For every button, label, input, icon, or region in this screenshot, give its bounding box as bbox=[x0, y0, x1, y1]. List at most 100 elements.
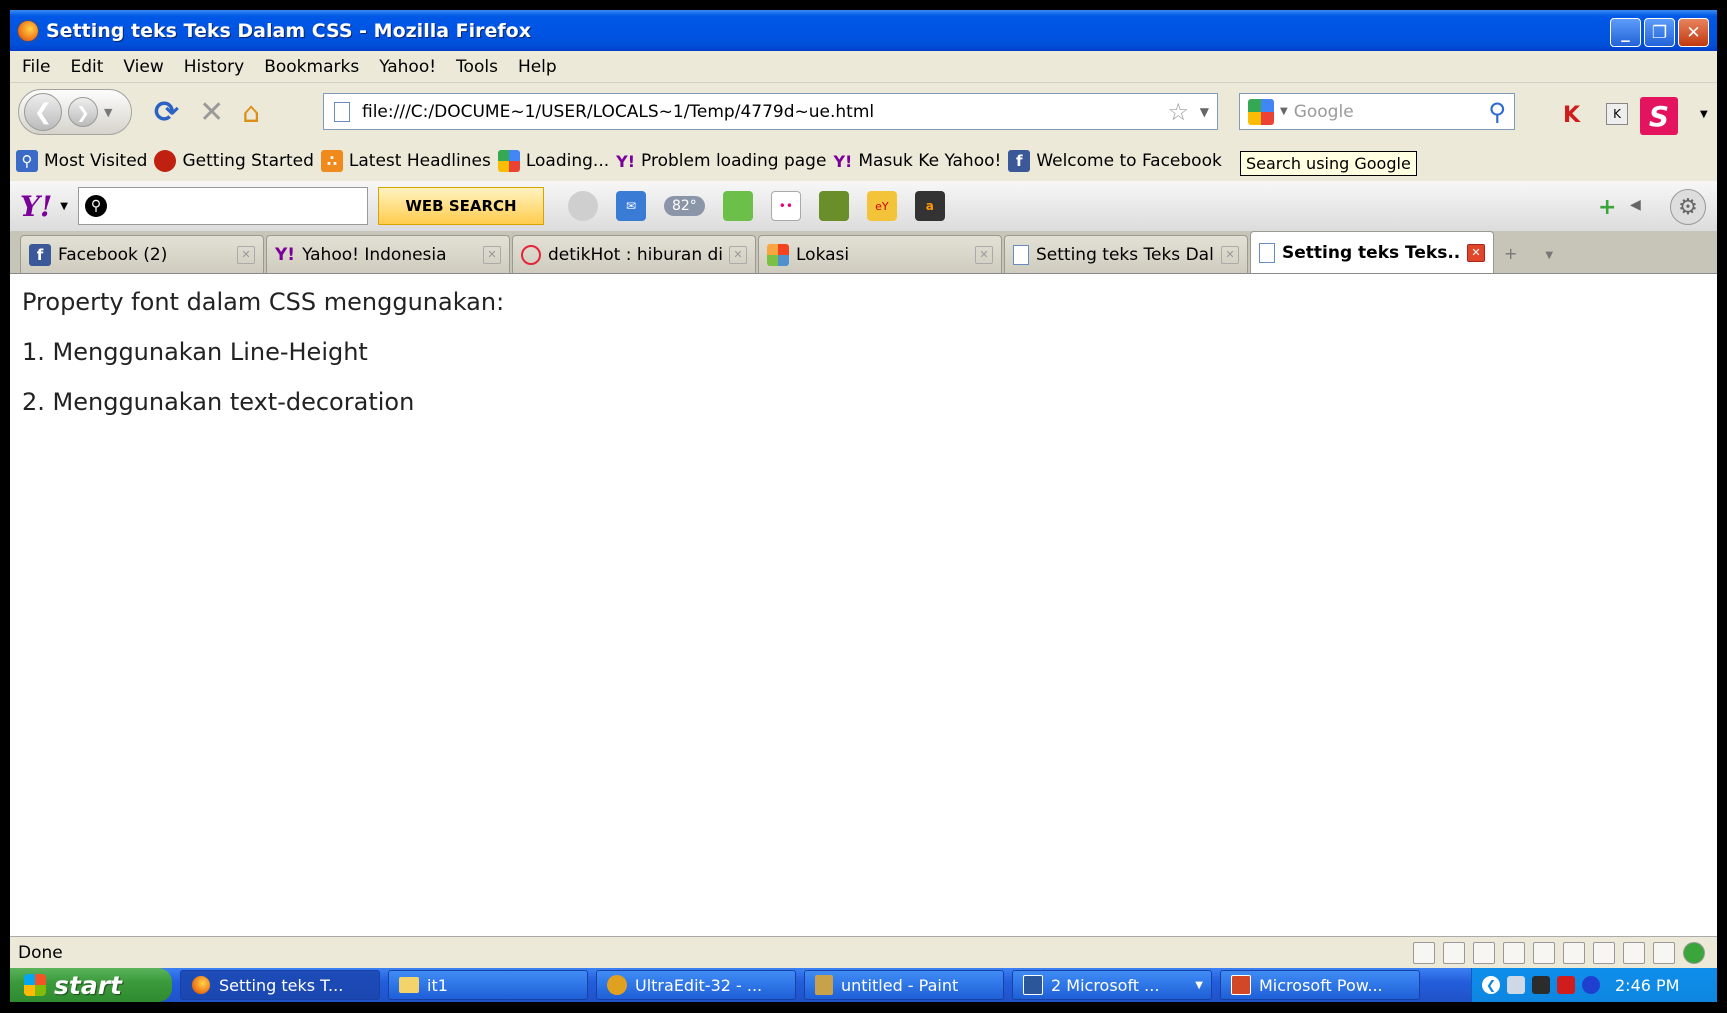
history-dropdown-icon[interactable]: ▼ bbox=[104, 106, 112, 119]
menu-yahoo[interactable]: Yahoo! bbox=[379, 57, 436, 77]
save-icon[interactable] bbox=[1503, 941, 1525, 964]
tab-close-icon[interactable]: ✕ bbox=[975, 245, 993, 264]
minimize-button[interactable]: _ bbox=[1610, 18, 1641, 47]
signal-icon[interactable] bbox=[1532, 976, 1550, 994]
tab-setting-teks-1[interactable]: Setting teks Teks Dal... ✕ bbox=[1004, 235, 1248, 273]
show-hidden-icons-icon[interactable]: ❮ bbox=[1482, 976, 1500, 994]
kaspersky-icon[interactable]: K bbox=[1563, 103, 1580, 128]
kaspersky-tray-icon[interactable] bbox=[1557, 976, 1575, 994]
menu-bookmarks[interactable]: Bookmarks bbox=[264, 57, 359, 77]
menu-file[interactable]: File bbox=[22, 57, 50, 77]
taskbar-item-paint[interactable]: untitled - Paint bbox=[804, 970, 1004, 1000]
menu-history[interactable]: History bbox=[184, 57, 244, 77]
engine-dropdown-icon[interactable]: ▼ bbox=[1280, 106, 1288, 117]
globe-icon[interactable] bbox=[1473, 941, 1495, 964]
amazon-icon[interactable]: a bbox=[914, 191, 945, 221]
menu-view[interactable]: View bbox=[123, 57, 163, 77]
forward-button[interactable]: ❯ bbox=[68, 97, 98, 127]
google-icon bbox=[497, 150, 520, 172]
search-placeholder[interactable]: Google bbox=[1294, 102, 1354, 122]
yahoo-menu-dropdown-icon[interactable]: ▼ bbox=[60, 201, 68, 212]
tab-close-icon[interactable]: ✕ bbox=[483, 245, 501, 264]
taskbar-item-word[interactable]: 2 Microsoft ... ▼ bbox=[1012, 970, 1212, 1000]
tab-close-icon[interactable]: ✕ bbox=[1467, 243, 1485, 262]
menu-tools[interactable]: Tools bbox=[456, 57, 498, 77]
bookmark-star-icon[interactable]: ☆ bbox=[1167, 98, 1189, 126]
reload-icon[interactable]: ⟳ bbox=[154, 95, 179, 130]
scroll-left-icon[interactable]: ◀ bbox=[1630, 197, 1641, 213]
tab-yahoo[interactable]: Y! Yahoo! Indonesia ✕ bbox=[266, 235, 510, 273]
search-icon[interactable]: ⚲ bbox=[1488, 98, 1506, 126]
facebook-icon: f bbox=[1008, 150, 1031, 172]
tab-detikhot[interactable]: detikHot : hiburan di... ✕ bbox=[512, 235, 756, 273]
tab-list-icon[interactable]: ▼ bbox=[1545, 250, 1553, 261]
info-icon[interactable] bbox=[1683, 941, 1705, 964]
tab-close-icon[interactable]: ✕ bbox=[1221, 245, 1239, 264]
network-icon[interactable] bbox=[1507, 976, 1525, 994]
tools-icon[interactable] bbox=[1653, 941, 1675, 964]
tab-close-icon[interactable]: ✕ bbox=[237, 245, 255, 264]
new-tab-icon[interactable]: + bbox=[1504, 244, 1517, 263]
bookmark-loading[interactable]: Loading... bbox=[497, 150, 610, 172]
web-search-button[interactable]: WEB SEARCH bbox=[377, 187, 544, 225]
page-status-icon[interactable] bbox=[1413, 941, 1435, 964]
stumble-icon[interactable]: S bbox=[1640, 97, 1678, 135]
ebay-icon[interactable]: eY bbox=[866, 191, 897, 221]
stop-icon[interactable]: ✕ bbox=[199, 95, 224, 130]
settings-gear-icon[interactable]: ⚙ bbox=[1670, 189, 1706, 225]
url-text[interactable]: file:///C:/DOCUME~1/USER/LOCALS~1/Temp/4… bbox=[362, 102, 874, 122]
tab-close-icon[interactable]: ✕ bbox=[729, 245, 747, 264]
search-bar[interactable]: ▼ Google ⚲ bbox=[1239, 93, 1515, 130]
close-button[interactable]: ✕ bbox=[1678, 18, 1709, 47]
note-icon[interactable] bbox=[1593, 941, 1615, 964]
mail-icon[interactable]: ✉ bbox=[615, 191, 646, 221]
menu-edit[interactable]: Edit bbox=[70, 57, 103, 77]
notepad-icon[interactable] bbox=[567, 191, 598, 221]
bookmark-problem-loading[interactable]: Y! Problem loading page bbox=[616, 151, 826, 171]
weather-icon[interactable]: 82° bbox=[663, 196, 705, 216]
home-icon[interactable]: ⌂ bbox=[242, 96, 260, 129]
menu-help[interactable]: Help bbox=[518, 57, 557, 77]
bookmark-masuk-yahoo[interactable]: Y! Masuk Ke Yahoo! bbox=[833, 151, 1001, 171]
taskbar-item-folder[interactable]: it1 bbox=[388, 970, 588, 1000]
refresh-icon[interactable] bbox=[1563, 941, 1585, 964]
status-bar: Done bbox=[10, 936, 1717, 968]
start-button[interactable]: start bbox=[10, 968, 172, 1002]
url-bar[interactable]: file:///C:/DOCUME~1/USER/LOCALS~1/Temp/4… bbox=[323, 93, 1218, 130]
tab-label: Yahoo! Indonesia bbox=[302, 244, 447, 265]
group-dropdown-icon[interactable]: ▼ bbox=[1195, 980, 1203, 991]
bookmark-label: Loading... bbox=[525, 151, 610, 171]
finance-icon[interactable] bbox=[818, 191, 849, 221]
bookmark-latest-headlines[interactable]: ∴ Latest Headlines bbox=[320, 150, 491, 172]
taskbar-item-ultraedit[interactable]: UltraEdit-32 - ... bbox=[596, 970, 796, 1000]
url-dropdown-icon[interactable]: ▼ bbox=[1200, 105, 1209, 119]
flickr-icon[interactable]: •• bbox=[770, 191, 801, 221]
toolbar-overflow-icon[interactable]: ▼ bbox=[1700, 109, 1708, 120]
google-icon[interactable] bbox=[1248, 98, 1274, 125]
back-button[interactable]: ❮ bbox=[24, 93, 62, 131]
powerpoint-icon bbox=[1231, 975, 1251, 995]
tab-facebook[interactable]: f Facebook (2) ✕ bbox=[20, 235, 264, 273]
add-icon[interactable]: + bbox=[1598, 195, 1616, 220]
bookmarks-toolbar: ⚲ Most Visited Getting Started ∴ Latest … bbox=[10, 141, 1717, 181]
bluetooth-icon[interactable] bbox=[1582, 976, 1600, 994]
maximize-button[interactable]: ❐ bbox=[1644, 18, 1675, 47]
bookmark-most-visited[interactable]: ⚲ Most Visited bbox=[16, 150, 147, 172]
tab-lokasi[interactable]: Lokasi ✕ bbox=[758, 235, 1002, 273]
print-icon[interactable] bbox=[1533, 941, 1555, 964]
chart-icon[interactable] bbox=[1623, 941, 1645, 964]
taskbar-item-powerpoint[interactable]: Microsoft Pow... bbox=[1220, 970, 1420, 1000]
pencil-icon[interactable] bbox=[1443, 941, 1465, 964]
bookmark-label: Most Visited bbox=[44, 151, 148, 171]
taskbar-item-firefox[interactable]: Setting teks T... bbox=[180, 970, 380, 1000]
tab-setting-teks-active[interactable]: Setting teks Teks... ✕ bbox=[1250, 231, 1494, 273]
clock[interactable]: 2:46 PM bbox=[1615, 976, 1679, 995]
bookmark-getting-started[interactable]: Getting Started bbox=[154, 150, 314, 172]
answers-icon[interactable] bbox=[722, 191, 753, 221]
kaspersky-small-icon[interactable]: K bbox=[1606, 103, 1628, 125]
bookmark-facebook[interactable]: f Welcome to Facebook bbox=[1008, 150, 1222, 172]
title-bar[interactable]: Setting teks Teks Dalam CSS - Mozilla Fi… bbox=[10, 10, 1717, 51]
bookmark-label: Welcome to Facebook bbox=[1036, 151, 1222, 171]
yahoo-logo[interactable]: Y! bbox=[20, 190, 52, 223]
yahoo-search-input[interactable]: ⚲ bbox=[77, 187, 368, 225]
